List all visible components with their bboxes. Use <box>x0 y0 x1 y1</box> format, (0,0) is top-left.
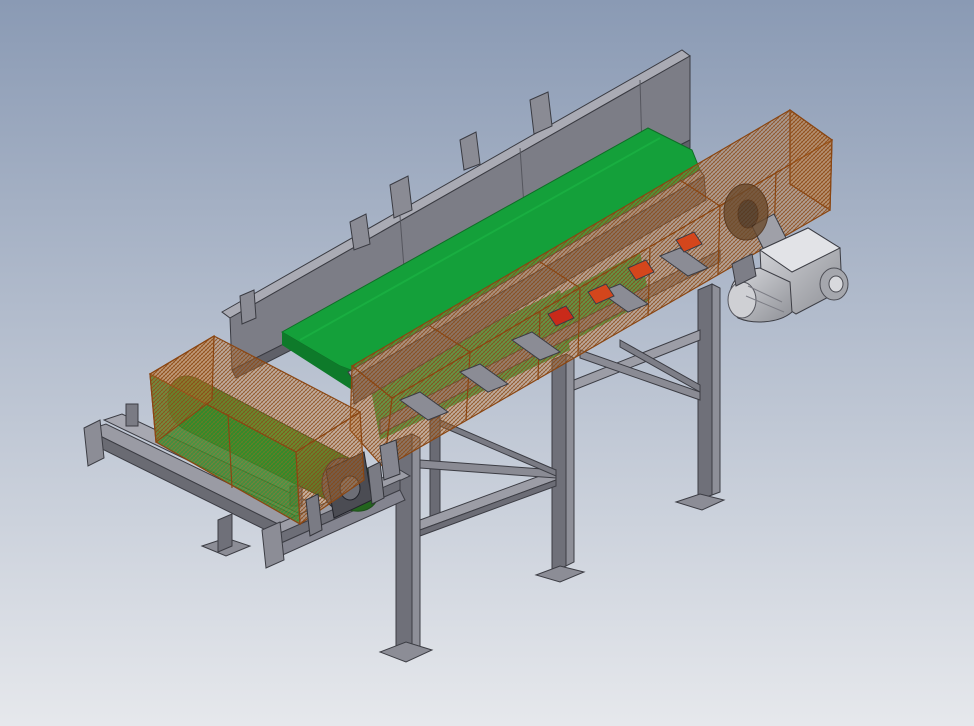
conveyor-model <box>0 0 974 726</box>
cad-viewport[interactable] <box>0 0 974 726</box>
head-pulley <box>723 183 769 241</box>
